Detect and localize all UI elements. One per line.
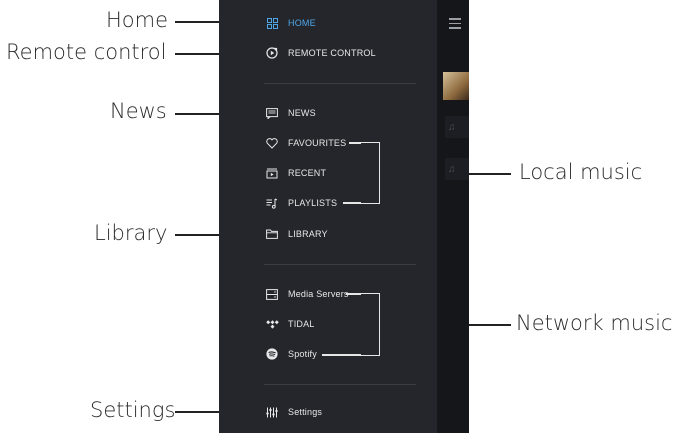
heart-icon — [264, 135, 280, 151]
callout-news: News — [110, 99, 167, 123]
recent-play-icon — [264, 165, 280, 181]
callout-home: Home — [106, 8, 169, 32]
spotify-logo-icon — [264, 346, 280, 362]
menu-item-home[interactable]: HOME — [264, 14, 316, 32]
network-music-bracket — [358, 293, 380, 356]
network-music-tick — [322, 354, 361, 356]
music-note-icon: ♫ — [445, 158, 469, 180]
menu-label-favourites: FAVOURITES — [288, 138, 347, 148]
callout-network-music: Network music — [516, 311, 673, 335]
local-music-tick — [349, 142, 361, 144]
menu-label-home: HOME — [288, 18, 316, 28]
playlist-icon — [264, 195, 280, 211]
menu-label-library: LIBRARY — [288, 229, 328, 239]
menu-label-tidal: TIDAL — [288, 319, 315, 329]
menu-divider — [264, 264, 416, 265]
album-art-thumbnail[interactable] — [443, 72, 469, 100]
main-content-peek[interactable]: ♫ ♫ — [437, 0, 469, 433]
menu-divider — [264, 384, 416, 385]
music-note-icon: ♫ — [445, 116, 469, 138]
local-music-tick — [343, 202, 361, 204]
menu-label-news: NEWS — [288, 108, 316, 118]
menu-divider — [264, 83, 416, 84]
network-music-tick — [346, 293, 361, 295]
menu-label-remote-control: REMOTE CONTROL — [288, 48, 376, 58]
callout-library: Library — [94, 221, 168, 245]
local-music-bracket — [358, 142, 380, 204]
callout-local-music: Local music — [519, 160, 643, 184]
menu-item-news[interactable]: NEWS — [264, 104, 316, 122]
menu-label-spotify: Spotify — [288, 349, 317, 359]
tidal-logo-icon — [264, 316, 280, 332]
menu-label-recent: RECENT — [288, 168, 327, 178]
menu-item-recent[interactable]: RECENT — [264, 164, 326, 182]
menu-item-spotify[interactable]: Spotify — [264, 345, 317, 363]
menu-item-library[interactable]: LIBRARY — [264, 225, 328, 243]
app-screen: ●●●● ▬▬▬ HOME REMOTE CONTROL NEWS — [219, 0, 469, 433]
message-icon — [264, 105, 280, 121]
navigation-drawer: HOME REMOTE CONTROL NEWS FAVOURITES RECE… — [219, 0, 437, 433]
menu-item-tidal[interactable]: TIDAL — [264, 315, 315, 333]
menu-label-playlists: PLAYLISTS — [288, 198, 338, 208]
menu-item-media-servers[interactable]: Media Servers — [264, 285, 349, 303]
menu-item-playlists[interactable]: PLAYLISTS — [264, 194, 337, 212]
menu-label-media-servers: Media Servers — [288, 289, 349, 299]
menu-icon[interactable] — [449, 18, 461, 32]
sliders-icon — [264, 404, 280, 420]
grid-icon — [264, 15, 280, 31]
remote-play-icon — [264, 45, 280, 61]
callout-settings: Settings — [90, 398, 176, 422]
menu-item-settings[interactable]: Settings — [264, 403, 322, 421]
server-icon — [264, 286, 280, 302]
menu-label-settings: Settings — [288, 407, 323, 417]
callout-remote-control: Remote control — [6, 40, 167, 64]
folder-icon — [264, 226, 280, 242]
menu-item-favourites[interactable]: FAVOURITES — [264, 134, 346, 152]
menu-item-remote-control[interactable]: REMOTE CONTROL — [264, 44, 376, 62]
